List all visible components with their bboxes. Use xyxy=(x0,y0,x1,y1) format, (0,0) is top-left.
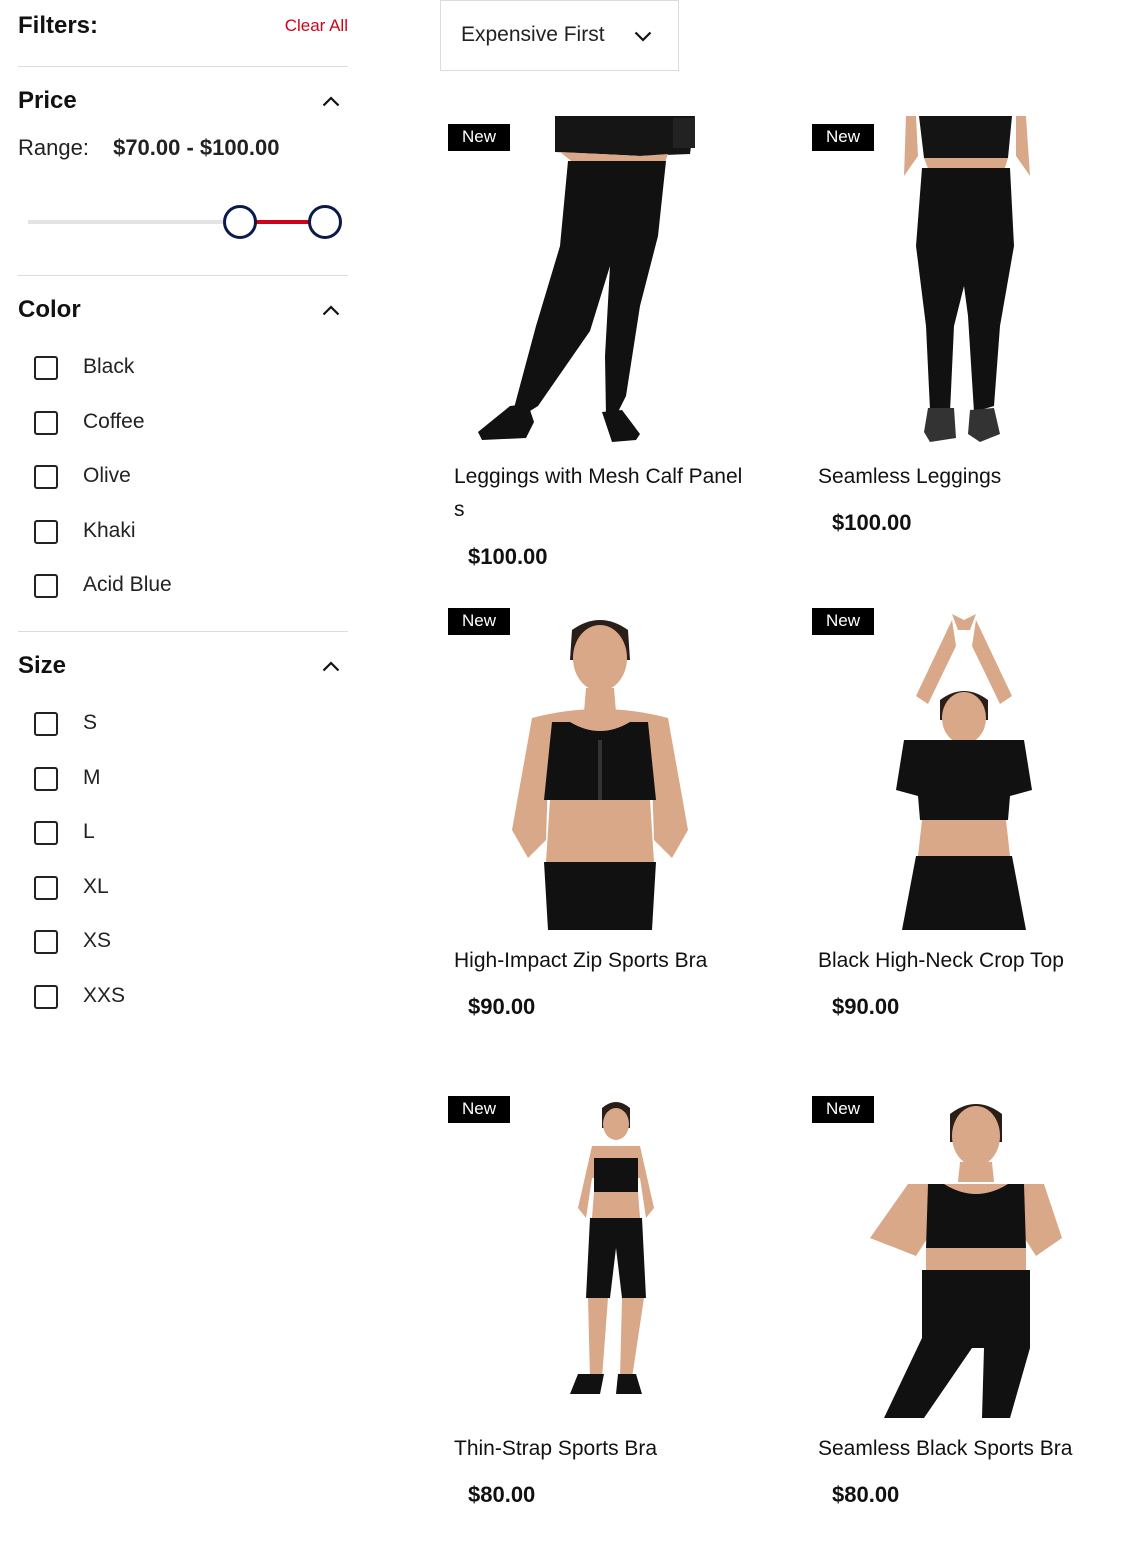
color-option-label: Coffee xyxy=(83,409,145,433)
size-options: S M L XL XS XXS xyxy=(18,711,348,1040)
checkbox[interactable] xyxy=(34,875,58,900)
size-option[interactable]: M xyxy=(18,765,348,822)
product-card[interactable]: New High-Impact Zip Sports Bra $90.00 xyxy=(440,600,740,1070)
product-card[interactable]: New Black High-Neck Crop Top $90.00 xyxy=(804,600,1104,1070)
size-option-label: XL xyxy=(83,874,109,898)
price-filter-section: Price Range: $70.00 - $100.00 xyxy=(18,67,348,276)
size-option[interactable]: L xyxy=(18,820,348,876)
checkbox[interactable] xyxy=(34,465,58,489)
new-badge: New xyxy=(812,124,875,151)
product-price: $100.00 xyxy=(468,544,548,569)
chevron-up-icon[interactable] xyxy=(322,95,340,107)
model-black-leggings-icon xyxy=(478,116,695,442)
new-badge: New xyxy=(812,608,875,635)
price-section-title: Price xyxy=(18,87,77,114)
color-section-header[interactable]: Color xyxy=(18,276,348,342)
chevron-up-icon[interactable] xyxy=(322,660,340,672)
product-name[interactable]: Seamless Leggings xyxy=(818,460,1108,493)
product-card[interactable]: New Leggings with Mesh Calf Panels $100.… xyxy=(440,116,742,586)
color-option-label: Khaki xyxy=(83,518,136,542)
filters-title: Filters: xyxy=(18,12,99,39)
product-price: $100.00 xyxy=(832,510,912,535)
color-filter-section: Color Black Coffee Olive Khaki Acid Blue xyxy=(18,276,348,632)
size-option[interactable]: XXS xyxy=(18,983,348,1040)
product-image[interactable]: New xyxy=(440,600,740,930)
product-name[interactable]: Thin-Strap Sports Bra xyxy=(454,1432,744,1465)
product-image[interactable]: New xyxy=(440,1088,740,1418)
size-option-label: M xyxy=(83,765,101,789)
range-label: Range: xyxy=(18,135,89,160)
product-price: $80.00 xyxy=(832,1482,900,1507)
price-range-slider[interactable] xyxy=(28,205,342,239)
color-option[interactable]: Coffee xyxy=(18,409,348,466)
new-badge: New xyxy=(448,124,511,151)
filters-header: Filters: Clear All xyxy=(18,0,348,67)
color-option-label: Olive xyxy=(83,464,131,487)
chevron-up-icon[interactable] xyxy=(322,304,340,316)
price-range-readout: Range: $70.00 - $100.00 xyxy=(18,135,279,161)
sort-selected-value: Expensive First xyxy=(461,23,605,46)
product-card[interactable]: New Seamless Black Sports Bra $80.00 xyxy=(804,1088,1104,1558)
checkbox[interactable] xyxy=(34,766,58,791)
product-name[interactable]: High-Impact Zip Sports Bra xyxy=(454,944,744,977)
color-option[interactable]: Black xyxy=(18,355,348,411)
color-section-title: Color xyxy=(18,296,81,323)
model-thin-strap-sports-bra-icon xyxy=(570,1102,654,1394)
product-image[interactable]: New xyxy=(804,116,1104,446)
size-option[interactable]: S xyxy=(18,711,348,767)
size-option-label: XXS xyxy=(83,983,126,1007)
checkbox[interactable] xyxy=(34,410,58,435)
size-section-header[interactable]: Size xyxy=(18,632,348,698)
size-option[interactable]: XL xyxy=(18,874,348,931)
color-option[interactable]: Khaki xyxy=(18,518,348,575)
new-badge: New xyxy=(448,608,511,635)
price-section-header[interactable]: Price xyxy=(18,67,348,133)
color-option[interactable]: Olive xyxy=(18,464,348,520)
checkbox[interactable] xyxy=(34,574,58,598)
size-filter-section: Size S M L XL XS XXS xyxy=(18,632,348,1042)
range-value: $70.00 - $100.00 xyxy=(113,135,280,160)
product-price: $90.00 xyxy=(468,994,536,1019)
new-badge: New xyxy=(812,1096,875,1123)
product-price: $80.00 xyxy=(468,1482,536,1507)
product-name[interactable]: Seamless Black Sports Bra xyxy=(818,1432,1108,1465)
chevron-down-icon xyxy=(634,31,652,42)
slider-max-handle[interactable] xyxy=(308,205,342,239)
product-name[interactable]: Black High-Neck Crop Top xyxy=(818,944,1108,977)
product-card[interactable]: New Thin-Strap Sports Bra $80.00 xyxy=(440,1088,740,1558)
model-seamless-leggings-icon xyxy=(904,116,1030,442)
color-option-label: Acid Blue xyxy=(83,573,172,596)
checkbox[interactable] xyxy=(34,356,58,380)
product-image[interactable]: New xyxy=(804,1088,1104,1418)
size-option[interactable]: XS xyxy=(18,929,348,985)
size-option-label: XS xyxy=(83,929,112,952)
product-image[interactable]: New xyxy=(440,116,740,446)
size-option-label: S xyxy=(83,711,98,734)
size-option-label: L xyxy=(83,820,95,843)
filter-sidebar: Filters: Clear All Price Range: $70.00 -… xyxy=(18,0,348,1042)
model-zip-sports-bra-icon xyxy=(512,620,688,930)
checkbox[interactable] xyxy=(34,984,58,1009)
product-image[interactable]: New xyxy=(804,600,1104,930)
product-card[interactable]: New Seamless Leggings $100.00 xyxy=(804,116,1104,586)
product-name[interactable]: Leggings with Mesh Calf Panels xyxy=(454,460,744,526)
checkbox[interactable] xyxy=(34,712,58,736)
checkbox[interactable] xyxy=(34,821,58,845)
new-badge: New xyxy=(448,1096,511,1123)
color-option-label: Black xyxy=(83,355,135,378)
checkbox[interactable] xyxy=(34,519,58,544)
slider-min-handle[interactable] xyxy=(223,205,257,239)
model-high-neck-crop-top-icon xyxy=(896,614,1032,930)
sort-dropdown[interactable]: Expensive First xyxy=(440,0,679,71)
color-options: Black Coffee Olive Khaki Acid Blue xyxy=(18,355,348,629)
size-section-title: Size xyxy=(18,652,67,679)
product-price: $90.00 xyxy=(832,994,900,1019)
clear-all-link[interactable]: Clear All xyxy=(285,16,348,36)
checkbox[interactable] xyxy=(34,930,58,954)
color-option[interactable]: Acid Blue xyxy=(18,573,348,629)
model-seamless-sports-bra-icon xyxy=(870,1104,1062,1418)
